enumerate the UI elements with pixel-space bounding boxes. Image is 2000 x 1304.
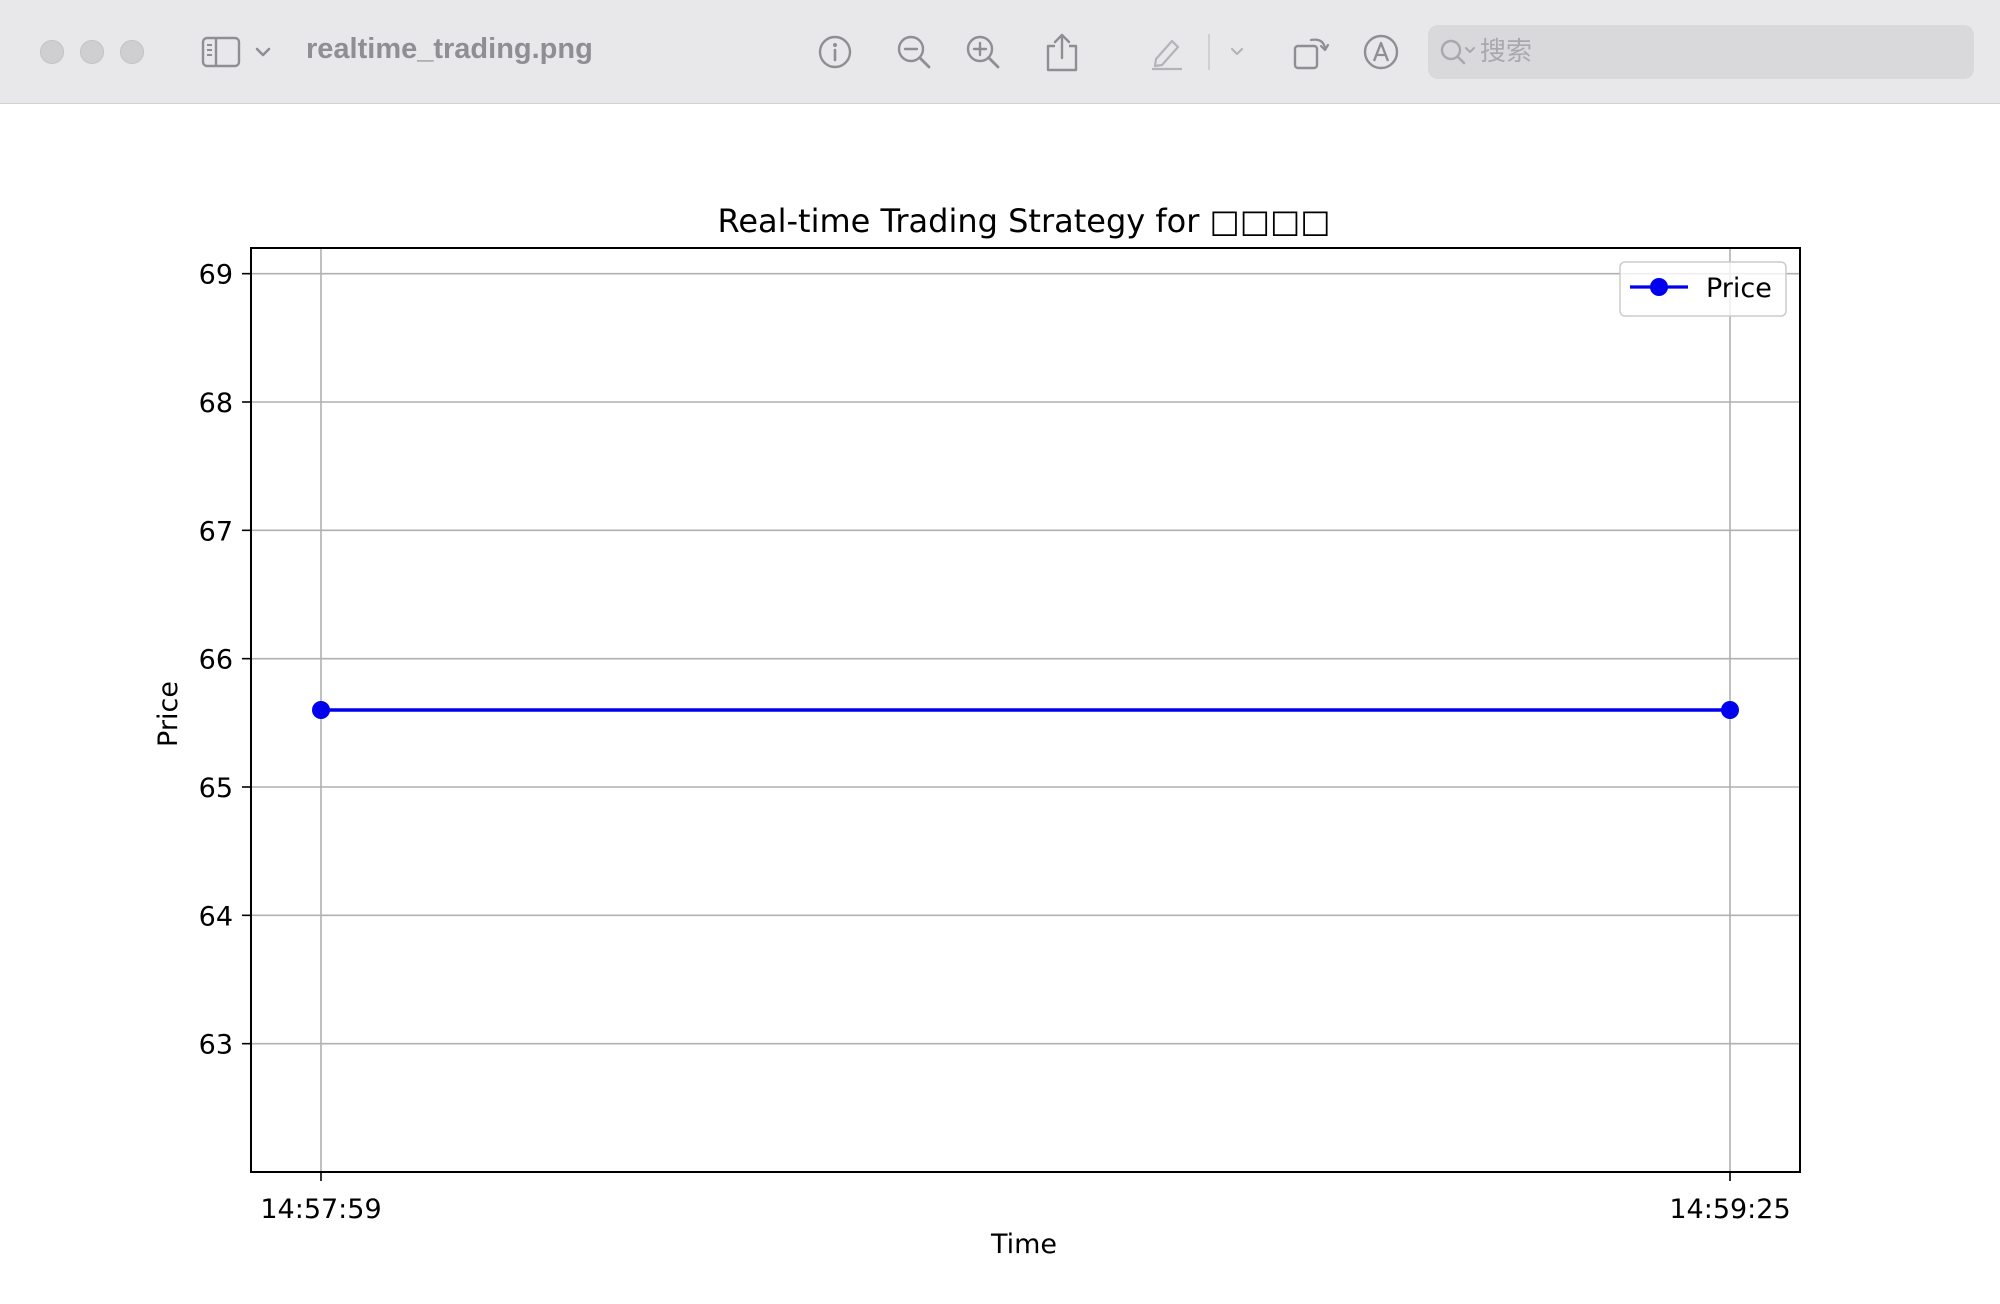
sidebar-icon <box>201 36 241 68</box>
y-tick-label: 63 <box>199 1030 233 1061</box>
rotate-icon <box>1293 38 1330 70</box>
zoom-out-icon <box>897 35 931 69</box>
chart-legend: Price <box>1619 261 1787 317</box>
share-icon <box>1046 33 1078 72</box>
chart-title: Real-time Trading Strategy for □□□□ <box>718 202 1331 240</box>
y-tick-label: 64 <box>199 901 233 932</box>
zoom-in-icon <box>966 35 1000 69</box>
x-tick-label: 14:59:25 <box>1669 1194 1790 1225</box>
x-axis-label: Time <box>990 1229 1057 1260</box>
series-layer <box>312 701 1739 719</box>
preview-window: realtime_trading.png 搜索 63 64 65 66 67 6… <box>0 0 2000 1304</box>
image-canvas: 63 64 65 66 67 68 69 14:57:59 14:59:25 Real-time… <box>0 105 2000 1304</box>
price-data-point <box>312 701 330 719</box>
info-button[interactable] <box>814 31 856 73</box>
markup-button[interactable] <box>1146 31 1188 73</box>
search-icon <box>1440 39 1475 65</box>
rotate-button[interactable] <box>1290 31 1332 73</box>
annotate-icon <box>1363 34 1399 70</box>
toolbar-divider <box>1208 34 1210 70</box>
legend-marker-swatch <box>1650 278 1668 296</box>
legend-label: Price <box>1706 273 1772 304</box>
search-input[interactable] <box>1480 25 1960 79</box>
share-button[interactable] <box>1041 31 1083 73</box>
markup-pen-icon <box>1152 39 1182 71</box>
close-window-button[interactable] <box>40 40 64 64</box>
zoom-in-button[interactable] <box>962 31 1004 73</box>
search-field[interactable] <box>1428 25 1974 79</box>
sidebar-menu-button[interactable] <box>248 31 278 73</box>
zoom-window-button[interactable] <box>120 40 144 64</box>
y-tick-label: 67 <box>199 516 233 547</box>
info-icon <box>818 35 852 69</box>
y-tick-label: 65 <box>199 773 233 804</box>
y-tick-label: 68 <box>199 388 233 419</box>
chevron-down-icon <box>1230 47 1244 56</box>
toolbar: realtime_trading.png <box>0 0 2000 104</box>
document-title: realtime_trading.png <box>306 33 593 65</box>
price-line-chart: 63 64 65 66 67 68 69 14:57:59 14:59:25 Real-time… <box>153 202 1801 1260</box>
minimize-window-button[interactable] <box>80 40 104 64</box>
zoom-out-button[interactable] <box>893 31 935 73</box>
y-tick-label: 66 <box>199 645 233 676</box>
chevron-down-icon <box>255 47 271 57</box>
tick-layer: 63 64 65 66 67 68 69 14:57:59 14:59:25 <box>199 260 1791 1225</box>
x-tick-label: 14:57:59 <box>260 1194 381 1225</box>
annotate-button[interactable] <box>1360 31 1402 73</box>
y-tick-label: 69 <box>199 260 233 291</box>
price-data-point <box>1721 701 1739 719</box>
markup-menu-button[interactable] <box>1222 31 1252 73</box>
y-axis-label: Price <box>153 681 184 747</box>
sidebar-toggle-button[interactable] <box>200 31 242 73</box>
